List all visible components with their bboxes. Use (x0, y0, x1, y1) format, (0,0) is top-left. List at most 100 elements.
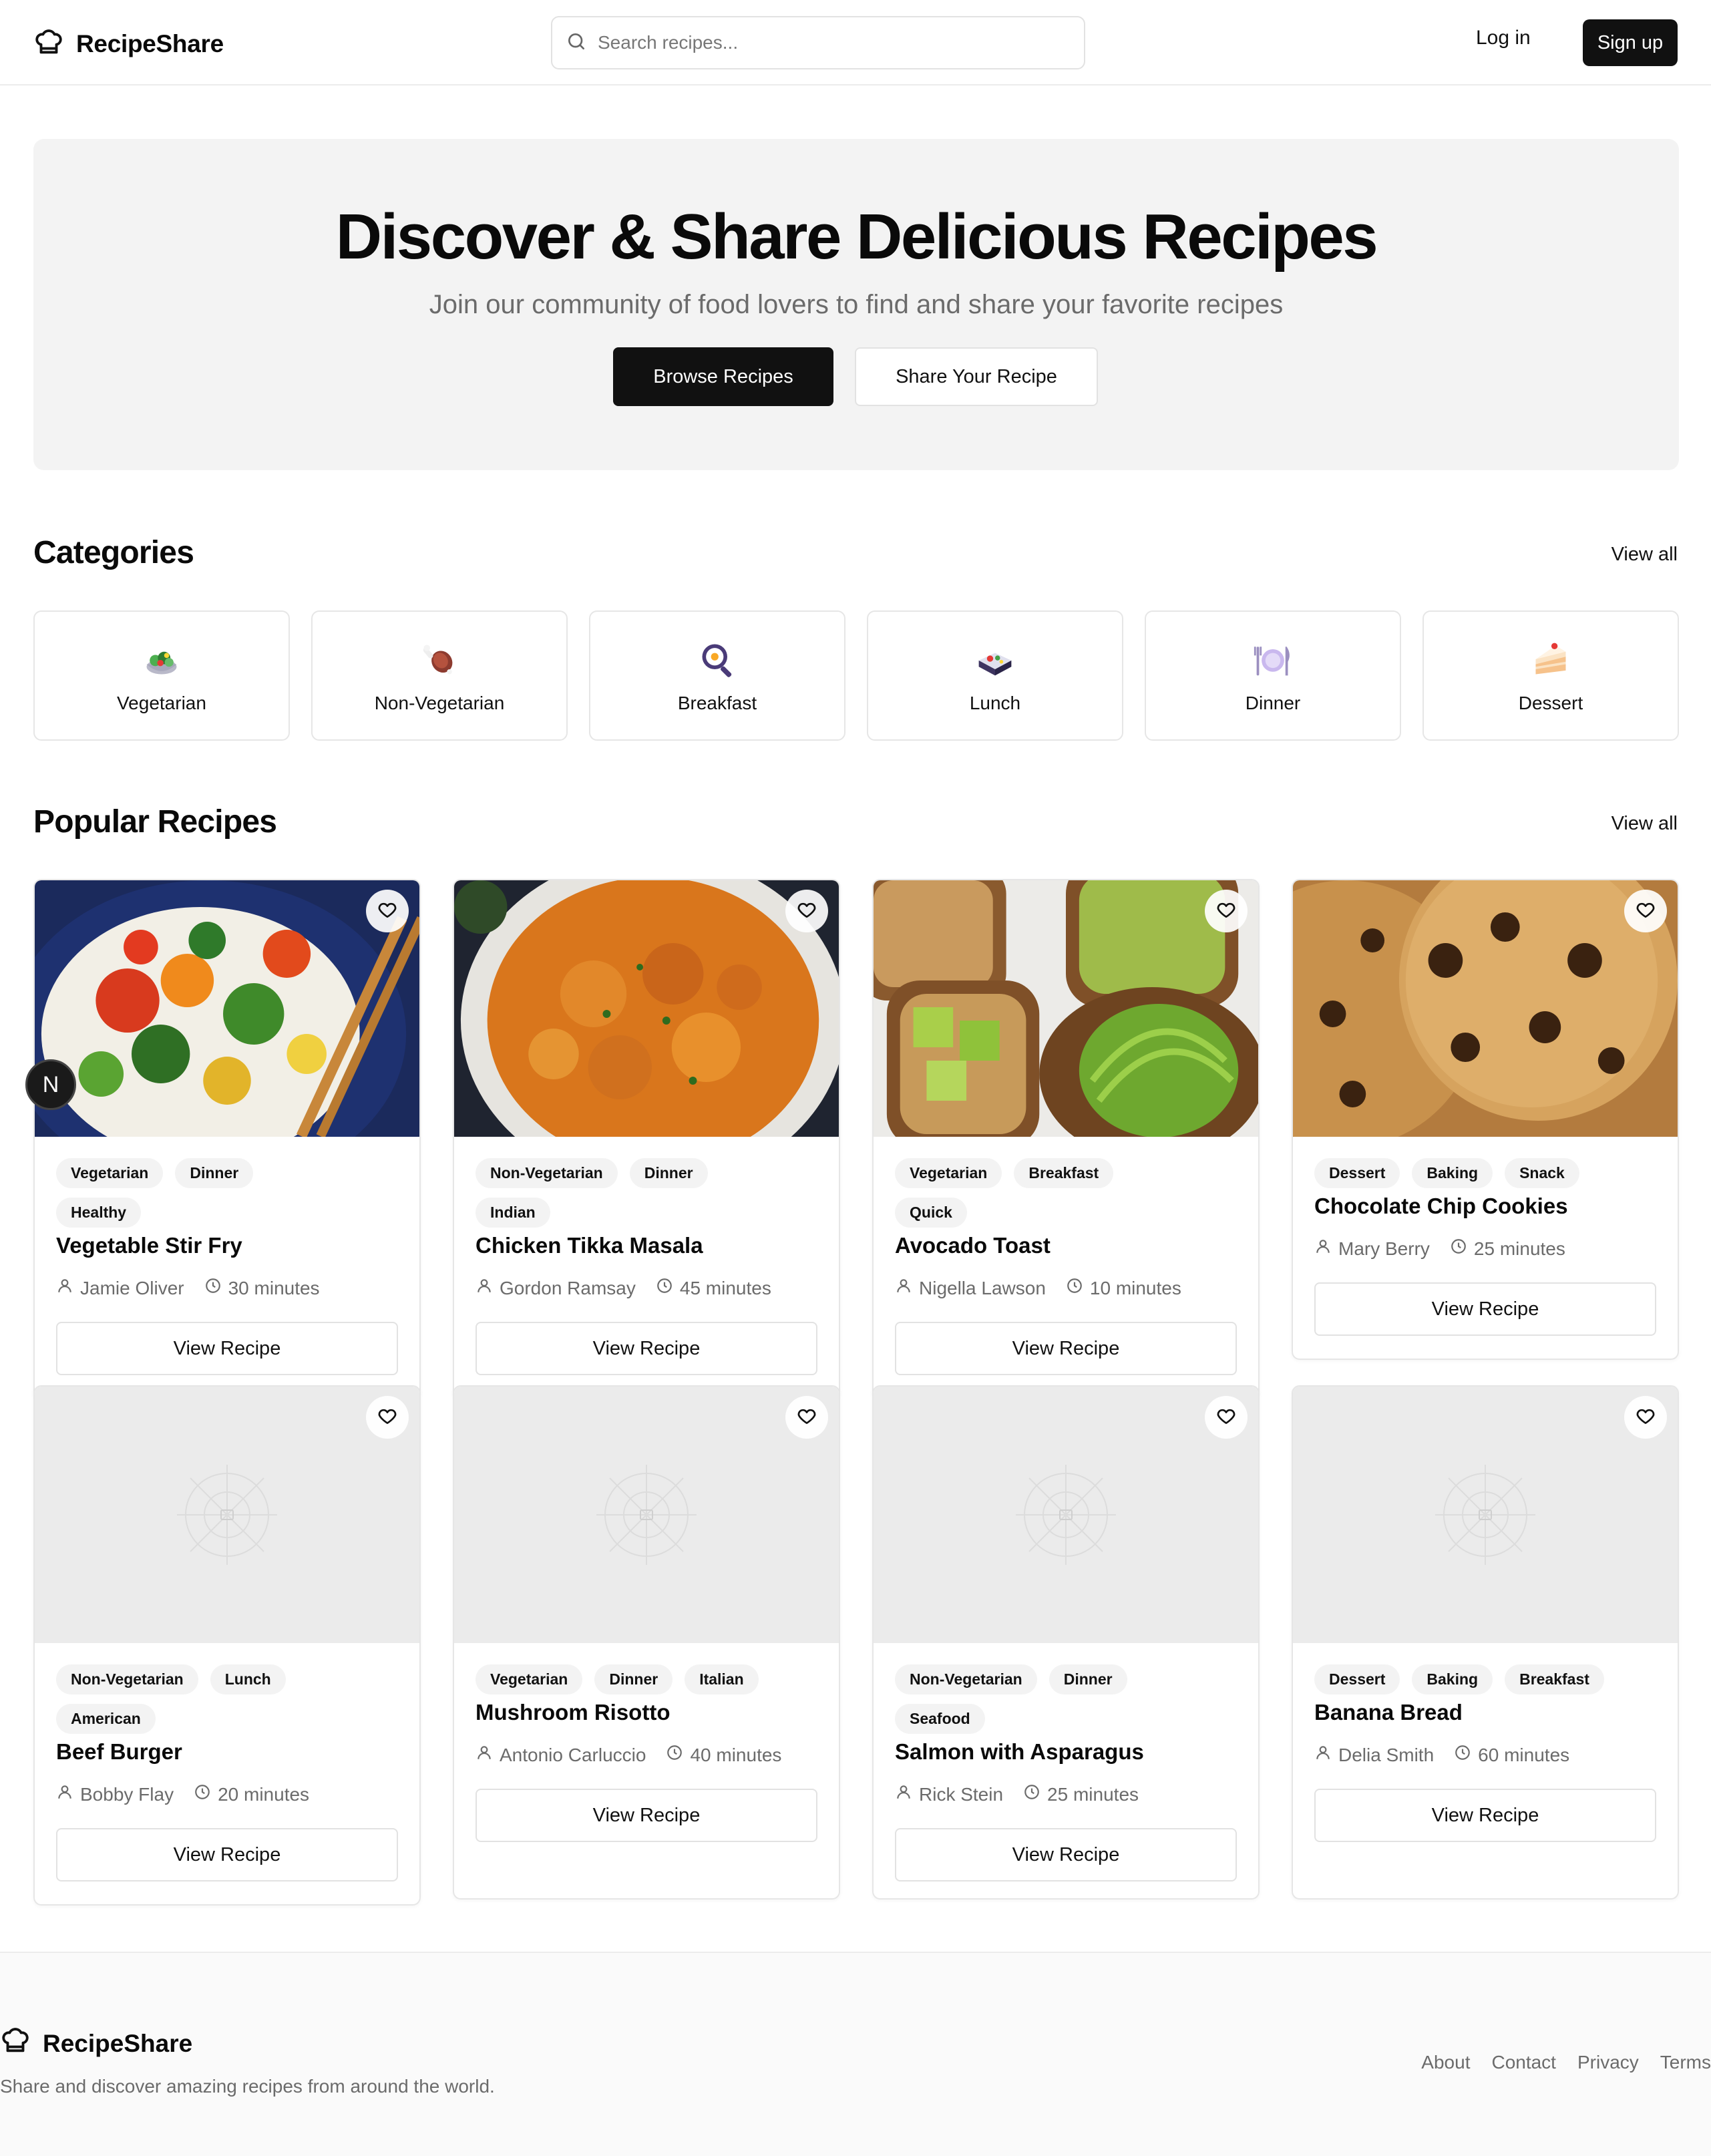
footer-link-terms[interactable]: Terms (1660, 2052, 1711, 2073)
favorite-button[interactable] (785, 890, 828, 932)
favorite-button[interactable] (785, 1396, 828, 1439)
popular-view-all-link[interactable]: View all (1611, 813, 1678, 835)
view-recipe-button[interactable]: View Recipe (476, 1322, 817, 1375)
user-icon (1314, 1744, 1332, 1766)
favorite-button[interactable] (366, 890, 409, 932)
favorite-button[interactable] (1624, 1396, 1667, 1439)
view-recipe-button[interactable]: View Recipe (56, 1828, 398, 1881)
tag-badge: Breakfast (1505, 1664, 1604, 1694)
tag-badge: Dinner (1049, 1664, 1127, 1694)
recipe-title: Beef Burger (56, 1739, 182, 1764)
category-dinner[interactable]: Dinner (1145, 610, 1401, 741)
tag-badge: Vegetarian (895, 1158, 1002, 1188)
dev-tools-badge[interactable]: N (25, 1059, 76, 1110)
favorite-button[interactable] (1205, 1396, 1248, 1439)
view-recipe-button[interactable]: View Recipe (895, 1322, 1237, 1375)
category-vegetarian[interactable]: Vegetarian (33, 610, 290, 741)
search-input[interactable] (598, 32, 1065, 53)
brand-logo[interactable]: RecipeShare (33, 27, 224, 61)
tag-list: Dessert Baking Breakfast (1314, 1664, 1608, 1694)
heart-icon (1215, 1405, 1237, 1430)
search-box[interactable] (551, 16, 1085, 69)
user-icon (56, 1783, 73, 1805)
tag-badge: Italian (685, 1664, 759, 1694)
footer-link-about[interactable]: About (1421, 2052, 1470, 2073)
heart-icon (377, 899, 398, 924)
category-label: Breakfast (677, 692, 757, 713)
recipe-time: 45 minutes (679, 1277, 771, 1298)
view-recipe-button[interactable]: View Recipe (1314, 1282, 1656, 1336)
share-recipe-button[interactable]: Share Your Recipe (855, 347, 1098, 406)
recipe-author: Jamie Oliver (80, 1277, 184, 1298)
recipe-image-placeholder (454, 1387, 839, 1643)
view-recipe-button[interactable]: View Recipe (476, 1789, 817, 1842)
recipe-time: 25 minutes (1047, 1783, 1139, 1805)
user-icon (895, 1277, 912, 1299)
recipe-card: Dessert Baking Breakfast Banana Bread De… (1292, 1385, 1679, 1900)
view-recipe-button[interactable]: View Recipe (56, 1322, 398, 1375)
tag-badge: Breakfast (1014, 1158, 1114, 1188)
image-placeholder-icon (177, 1465, 277, 1565)
categories-view-all-link[interactable]: View all (1611, 544, 1678, 566)
recipe-time: 25 minutes (1473, 1238, 1565, 1259)
image-placeholder-icon (1016, 1465, 1116, 1565)
tag-list: Vegetarian Breakfast Quick (895, 1158, 1189, 1228)
footer-link-contact[interactable]: Contact (1491, 2052, 1556, 2073)
recipe-card: Non-Vegetarian Lunch American Beef Burge… (33, 1385, 421, 1906)
signup-button[interactable]: Sign up (1583, 19, 1678, 66)
recipe-card: Non-Vegetarian Dinner Seafood Salmon wit… (872, 1385, 1260, 1900)
tag-badge: Vegetarian (56, 1158, 164, 1188)
clock-icon (194, 1783, 211, 1805)
heart-icon (796, 899, 817, 924)
heart-icon (1635, 1405, 1656, 1430)
cake-slice-icon (1529, 638, 1572, 681)
recipe-time: 60 minutes (1478, 1744, 1570, 1765)
login-button[interactable]: Log in (1476, 27, 1531, 49)
frying-pan-egg-icon (696, 638, 739, 681)
hero-banner: Discover & Share Delicious Recipes Join … (33, 139, 1679, 470)
user-icon (476, 1744, 493, 1766)
footer-brand[interactable]: RecipeShare (0, 2025, 192, 2062)
category-dessert[interactable]: Dessert (1422, 610, 1679, 741)
recipe-title: Vegetable Stir Fry (56, 1233, 242, 1258)
recipe-author: Delia Smith (1338, 1744, 1435, 1765)
tag-list: Non-Vegetarian Lunch American (56, 1664, 350, 1734)
chef-hat-icon (33, 27, 64, 61)
user-icon (476, 1277, 493, 1299)
recipe-time: 20 minutes (218, 1783, 310, 1805)
popular-recipes-heading: Popular Recipes (33, 804, 277, 840)
recipe-title: Avocado Toast (895, 1233, 1051, 1258)
meat-on-bone-icon (418, 638, 461, 681)
view-recipe-button[interactable]: View Recipe (895, 1828, 1237, 1881)
footer-link-privacy[interactable]: Privacy (1577, 2052, 1639, 2073)
recipe-image (35, 880, 419, 1137)
user-icon (1314, 1238, 1332, 1260)
user-icon (895, 1783, 912, 1805)
browse-recipes-button[interactable]: Browse Recipes (613, 347, 833, 406)
recipe-image (454, 880, 839, 1137)
tag-badge: Lunch (210, 1664, 286, 1694)
recipe-card: Vegetarian Breakfast Quick Avocado Toast… (872, 879, 1260, 1399)
tag-badge: Dessert (1314, 1158, 1400, 1188)
favorite-button[interactable] (366, 1396, 409, 1439)
tag-badge: Dinner (594, 1664, 673, 1694)
recipe-image (874, 880, 1258, 1137)
tag-badge: American (56, 1704, 156, 1734)
heart-icon (377, 1405, 398, 1430)
site-header: RecipeShare Log in Sign up (0, 0, 1711, 85)
category-label: Lunch (969, 692, 1021, 713)
image-placeholder-icon (1435, 1465, 1535, 1565)
tag-badge: Quick (895, 1198, 967, 1228)
category-non-vegetarian[interactable]: Non-Vegetarian (311, 610, 568, 741)
tag-badge: Snack (1505, 1158, 1579, 1188)
recipe-card: Vegetarian Dinner Healthy Vegetable Stir… (33, 879, 421, 1399)
user-icon (56, 1277, 73, 1299)
category-breakfast[interactable]: Breakfast (589, 610, 845, 741)
recipe-time: 10 minutes (1089, 1277, 1181, 1298)
favorite-button[interactable] (1624, 890, 1667, 932)
category-label: Vegetarian (117, 692, 206, 713)
category-lunch[interactable]: Lunch (867, 610, 1123, 741)
view-recipe-button[interactable]: View Recipe (1314, 1789, 1656, 1842)
recipe-time: 40 minutes (690, 1744, 782, 1765)
favorite-button[interactable] (1205, 890, 1248, 932)
